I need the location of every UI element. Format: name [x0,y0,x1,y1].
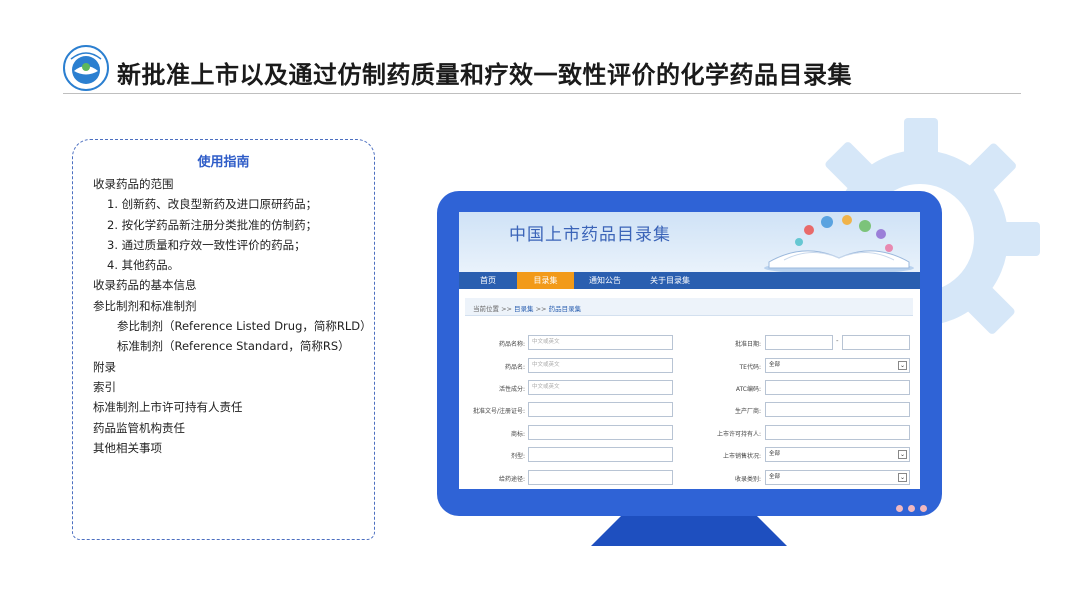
form-label: 给药途径: [498,476,525,483]
guide-item: 索引 [93,379,116,394]
form-label: ATC编码: [735,386,761,393]
form-input[interactable] [528,447,673,462]
guide-item: 4. 其他药品。 [107,258,180,273]
guide-title: 使用指南 [197,155,250,170]
indicator-dot [896,505,903,512]
guide-item: 其他相关事项 [93,440,162,455]
page-title: 新批准上市以及通过仿制药质量和疗效一致性评价的化学药品目录集 [117,61,852,89]
site-nav: 首页 目录集 通知公告 关于目录集 [459,272,920,289]
guide-item: 标准制剂（Reference Standard，简称RS） [117,339,350,354]
open-book-icon [764,215,914,272]
breadcrumb-prefix: 当前位置 >> [473,305,515,313]
form-label: 批准日期: [734,341,761,348]
guide-item: 参比制剂（Reference Listed Drug，简称RLD） [117,319,372,334]
form-select[interactable]: 全部 ⌄ [765,358,910,373]
indicator-dot [920,505,927,512]
nav-item[interactable]: 关于目录集 [635,272,705,289]
guide-item: 收录药品的基本信息 [93,278,197,293]
guide-item: 3. 通过质量和疗效一致性评价的药品； [107,237,306,252]
monitor-screen: 中国上市药品目录集 首页 目录集 通知公告 关于目录集 当前位置 >> 目录集 >> … [459,212,920,489]
guide-item: 参比制剂和标准制剂 [93,298,197,313]
select-value: 全部 [769,474,781,480]
form-label: 生产厂商: [734,408,761,415]
guide-item: 药品监管机构责任 [93,420,185,435]
form-select[interactable]: 全部 ⌄ [765,447,910,462]
indicator-dot [908,505,915,512]
guide-item: 附录 [93,359,116,374]
nav-item[interactable]: 目录集 [517,272,574,289]
guide-item: 2. 按化学药品新注册分类批准的仿制药； [107,217,318,232]
form-label: 药品名: [504,364,525,371]
form-input[interactable]: 中文或英文 [528,335,673,350]
form-input[interactable]: 中文或英文 [528,380,673,395]
chevron-down-icon[interactable]: ⌄ [898,450,907,459]
form-label: 批准文号/注册证号: [472,408,525,415]
select-value: 全部 [769,451,781,457]
nav-item[interactable]: 通知公告 [577,272,633,289]
guide-list: 收录药品的范围 1. 创新药、改良型新药及进口原研药品； 2. 按化学药品新注册分类… [93,174,373,458]
form-input[interactable]: 中文或英文 [528,358,673,373]
form-label: 剂型: [510,453,525,460]
slide-header: 新批准上市以及通过仿制药质量和疗效一致性评价的化学药品目录集 [0,0,1080,95]
monitor-stand [591,516,787,546]
select-value: 全部 [769,362,781,368]
form-label: 上市许可持有人: [716,431,761,438]
chevron-down-icon[interactable]: ⌄ [898,473,907,482]
form-label: 收录类别: [734,476,761,483]
date-end-input[interactable] [842,335,910,350]
form-select[interactable]: 全部 ⌄ [765,470,910,485]
guide-item: 收录药品的范围 [93,177,174,191]
date-separator: - [836,337,839,345]
form-input[interactable] [528,470,673,485]
guide-item: 1. 创新药、改良型新药及进口原研药品； [107,197,318,212]
form-input[interactable] [528,425,673,440]
form-input[interactable] [765,402,910,417]
breadcrumb-sep: >> [533,305,549,313]
form-label: 活性成分: [498,386,525,393]
site-title: 中国上市药品目录集 [509,225,671,245]
form-label: 商标: [510,431,525,438]
monitor-indicator-dots [896,497,932,516]
breadcrumb-current: 药品目录集 [548,305,582,313]
form-input[interactable] [765,380,910,395]
form-label: TE代码: [739,364,761,371]
site-banner: 中国上市药品目录集 [459,212,920,272]
title-divider [63,93,1021,94]
nmpa-logo-icon [63,45,109,91]
form-input[interactable] [528,402,673,417]
usage-guide-panel: 使用指南 收录药品的范围 1. 创新药、改良型新药及进口原研药品； 2. 按化学药品… [72,139,375,540]
guide-item: 标准制剂上市许可持有人责任 [93,400,243,415]
form-label: 上市销售状况: [722,453,761,460]
form-input[interactable] [765,425,910,440]
nav-item[interactable]: 首页 [459,272,517,289]
form-label: 药品名称: [498,341,525,348]
date-start-input[interactable] [765,335,833,350]
breadcrumb: 当前位置 >> 目录集 >> 药品目录集 [465,298,913,316]
breadcrumb-link[interactable]: 目录集 [514,305,534,313]
chevron-down-icon[interactable]: ⌄ [898,361,907,370]
